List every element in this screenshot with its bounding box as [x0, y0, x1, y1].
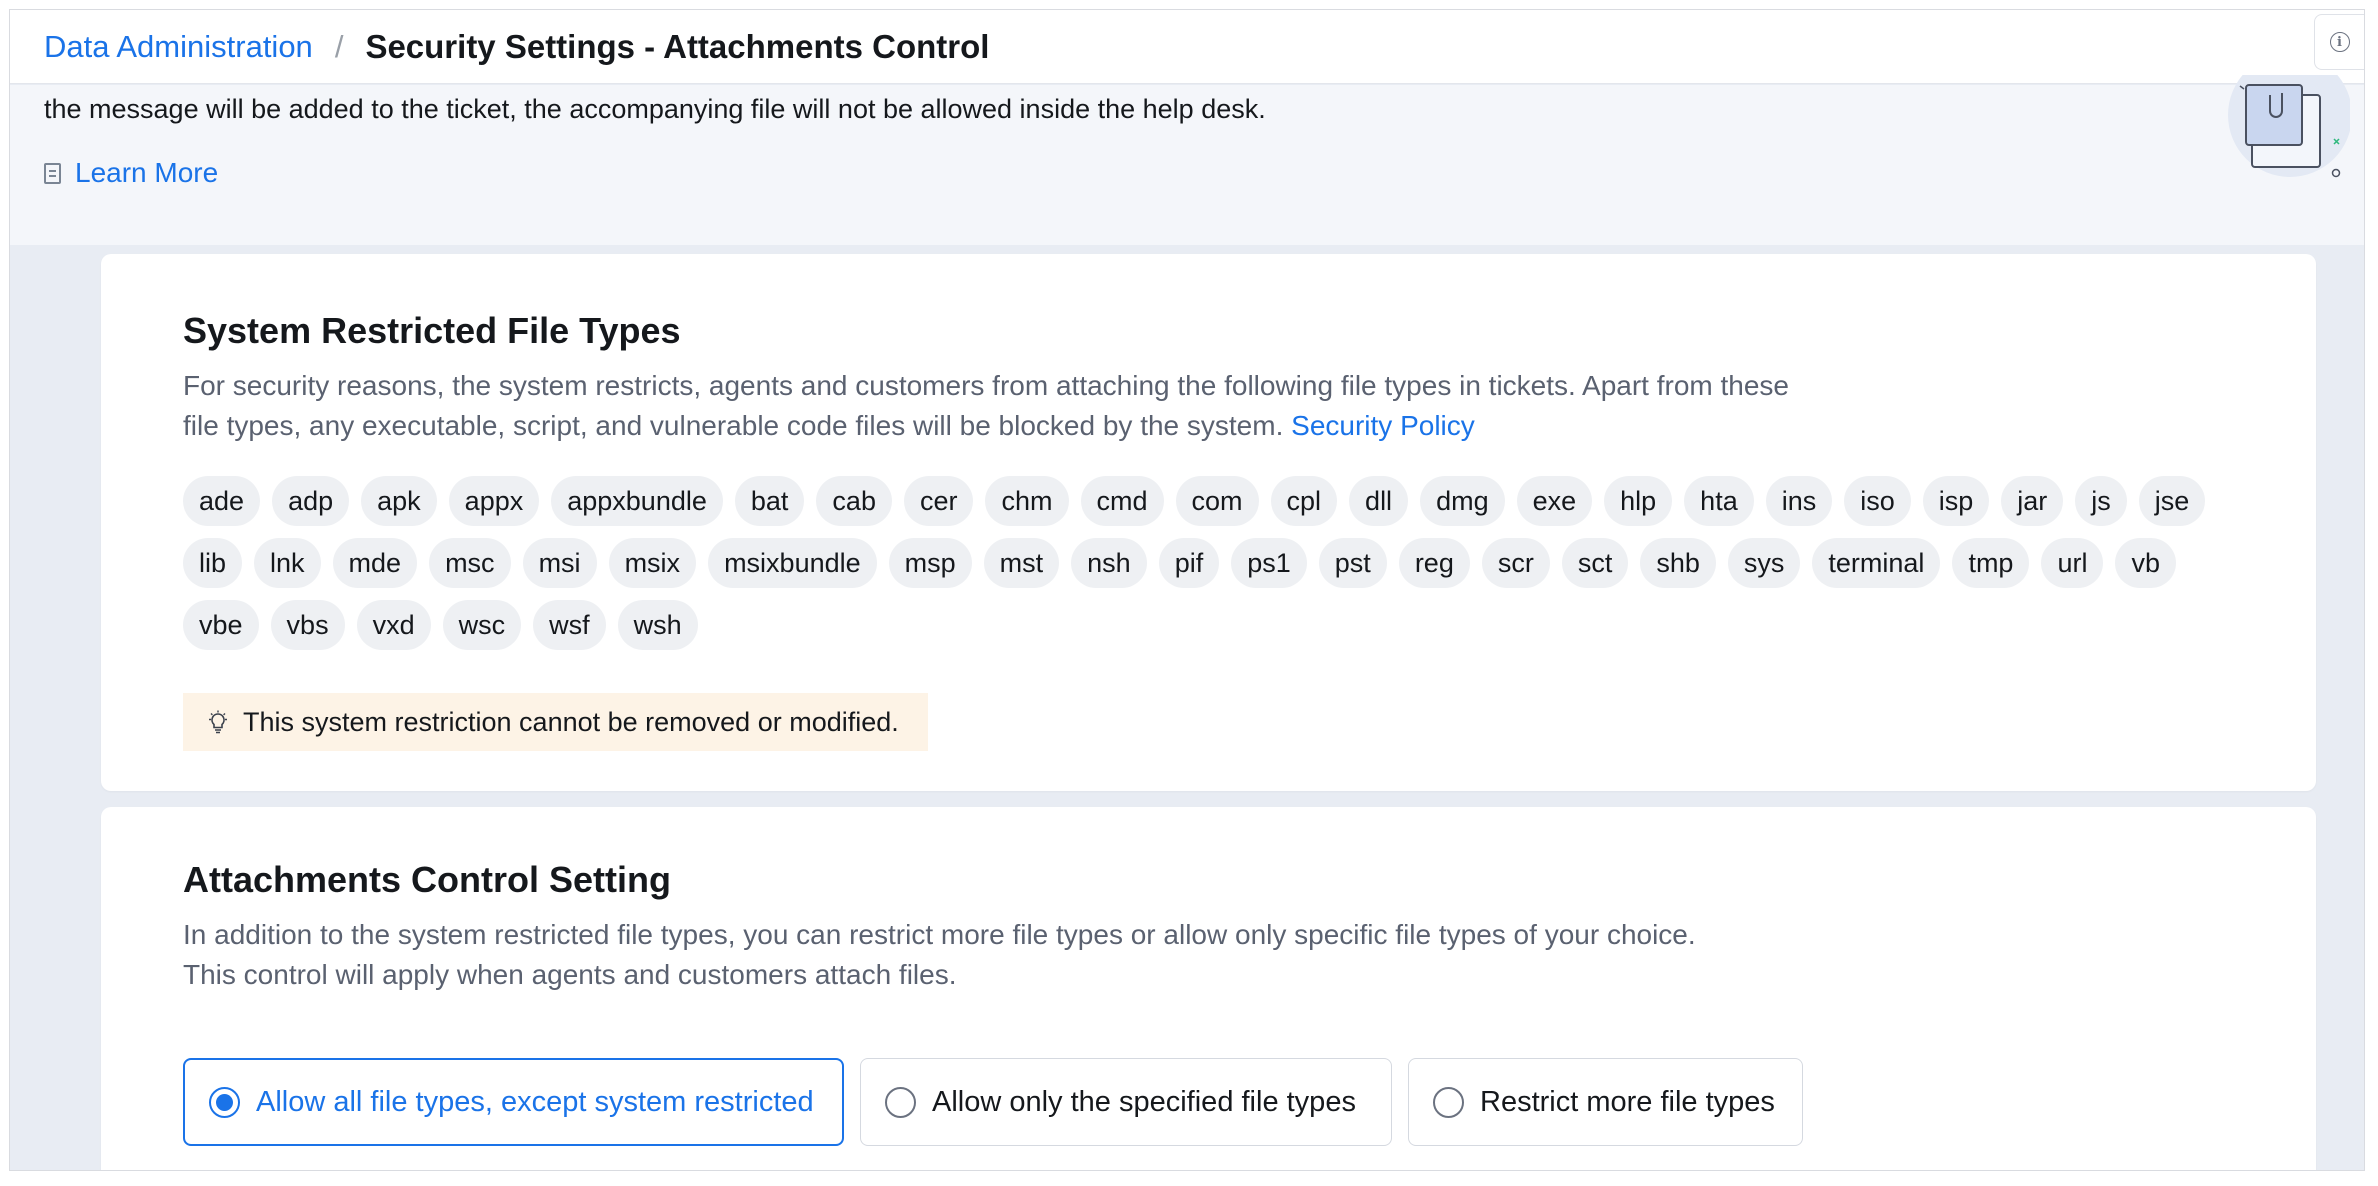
- file-type-chip: mde: [332, 538, 418, 588]
- file-type-chip: pif: [1158, 538, 1220, 588]
- file-type-chip: appx: [448, 476, 540, 526]
- app-frame: Data Administration / Security Settings …: [9, 9, 2365, 1171]
- system-restricted-title: System Restricted File Types: [183, 310, 681, 351]
- file-type-chip: cmd: [1080, 476, 1164, 526]
- radio-allow-all-except-restricted[interactable]: Allow all file types, except system rest…: [183, 1058, 844, 1146]
- file-type-chip: pst: [1318, 538, 1387, 588]
- file-type-chip: ps1: [1231, 538, 1307, 588]
- file-type-chip: dll: [1349, 476, 1409, 526]
- file-type-chip: scr: [1481, 538, 1550, 588]
- file-type-chip: nsh: [1071, 538, 1147, 588]
- file-type-chip: appxbundle: [551, 476, 723, 526]
- file-type-chip: chm: [985, 476, 1069, 526]
- attachments-control-description-line1: In addition to the system restricted fil…: [183, 919, 1696, 950]
- system-restricted-description-text: For security reasons, the system restric…: [183, 370, 1790, 441]
- top-bar: Data Administration / Security Settings …: [10, 10, 2364, 84]
- radio-label: Allow only the specified file types: [932, 1085, 1356, 1118]
- file-type-chips: ade adp apk appx appxbundle bat cab cer chm cmd co…: [183, 476, 2223, 650]
- file-type-chip: isp: [1922, 476, 1990, 526]
- file-type-chip: msi: [522, 538, 597, 588]
- file-type-chip: jar: [2001, 476, 2064, 526]
- system-restricted-description: For security reasons, the system restric…: [183, 366, 1823, 446]
- file-type-chip: cer: [903, 476, 974, 526]
- file-type-chip: bat: [734, 476, 805, 526]
- file-type-chip: adp: [272, 476, 350, 526]
- info-icon: i: [2329, 32, 2350, 52]
- restriction-note-text: This system restriction cannot be remove…: [243, 706, 899, 737]
- security-policy-link[interactable]: Security Policy: [1291, 410, 1475, 441]
- learn-more-label: Learn More: [75, 157, 219, 188]
- radio-restrict-more[interactable]: Restrict more file types: [1408, 1058, 1803, 1146]
- file-type-chip: ins: [1765, 476, 1833, 526]
- file-type-chip: msixbundle: [708, 538, 877, 588]
- attachments-control-description-line2: This control will apply when agents and …: [183, 959, 957, 990]
- radio-unselected-icon: [1433, 1086, 1464, 1118]
- attachments-control-card: Attachments Control Setting In addition …: [101, 807, 2316, 1170]
- attachments-control-description: In addition to the system restricted fil…: [183, 915, 1823, 995]
- file-type-chip: cab: [816, 476, 892, 526]
- intro-banner: the message will be added to the ticket,…: [10, 75, 2364, 245]
- file-type-chip: jse: [2138, 476, 2206, 526]
- radio-label: Allow all file types, except system rest…: [256, 1085, 814, 1118]
- file-type-chip: lnk: [254, 538, 321, 588]
- radio-label: Restrict more file types: [1480, 1085, 1775, 1118]
- file-type-chip: lib: [183, 538, 243, 588]
- file-type-chip: vbe: [183, 600, 259, 650]
- file-type-chip: vxd: [356, 600, 431, 650]
- info-button[interactable]: i: [2314, 14, 2364, 70]
- file-type-chip: sct: [1561, 538, 1629, 588]
- file-type-chip: tmp: [1952, 538, 2030, 588]
- file-type-chip: wsh: [617, 600, 698, 650]
- file-type-chip: wsc: [442, 600, 522, 650]
- file-type-chip: reg: [1398, 538, 1470, 588]
- file-type-chip: hlp: [1604, 476, 1673, 526]
- file-type-chip: mst: [983, 538, 1060, 588]
- breadcrumb-separator: /: [334, 28, 344, 64]
- file-type-chip: url: [2041, 538, 2104, 588]
- file-type-chip: sys: [1727, 538, 1801, 588]
- file-type-chip: hta: [1684, 476, 1754, 526]
- file-type-chip: terminal: [1812, 538, 1941, 588]
- page-title: Security Settings - Attachments Control: [365, 27, 990, 65]
- restriction-note: This system restriction cannot be remove…: [183, 693, 928, 751]
- attachment-policy-radio-group: Allow all file types, except system rest…: [183, 1058, 1803, 1146]
- lightbulb-icon: [209, 710, 227, 734]
- radio-allow-specified-only[interactable]: Allow only the specified file types: [860, 1058, 1392, 1146]
- file-type-chip: exe: [1516, 476, 1593, 526]
- radio-selected-icon: [209, 1086, 240, 1118]
- file-type-chip: js: [2075, 476, 2127, 526]
- file-type-chip: msix: [608, 538, 697, 588]
- file-type-chip: ade: [183, 476, 261, 526]
- breadcrumb-data-administration[interactable]: Data Administration: [44, 29, 313, 65]
- file-type-chip: msp: [888, 538, 972, 588]
- system-restricted-card: System Restricted File Types For securit…: [101, 254, 2316, 791]
- file-type-chip: iso: [1844, 476, 1911, 526]
- file-type-chip: dmg: [1420, 476, 1505, 526]
- attachments-control-title: Attachments Control Setting: [183, 859, 672, 900]
- file-type-chip: vb: [2115, 538, 2176, 588]
- learn-more-link[interactable]: Learn More: [44, 157, 218, 189]
- book-icon: [44, 162, 61, 184]
- file-type-chip: apk: [361, 476, 437, 526]
- file-type-chip: com: [1175, 476, 1259, 526]
- file-type-chip: wsf: [533, 600, 606, 650]
- file-type-chip: shb: [1640, 538, 1716, 588]
- security-illustration: [2228, 75, 2350, 178]
- file-type-chip: vbs: [270, 600, 345, 650]
- radio-unselected-icon: [885, 1086, 916, 1118]
- file-type-chip: cpl: [1270, 476, 1338, 526]
- file-type-chip: msc: [429, 538, 511, 588]
- intro-text: the message will be added to the ticket,…: [44, 94, 1266, 124]
